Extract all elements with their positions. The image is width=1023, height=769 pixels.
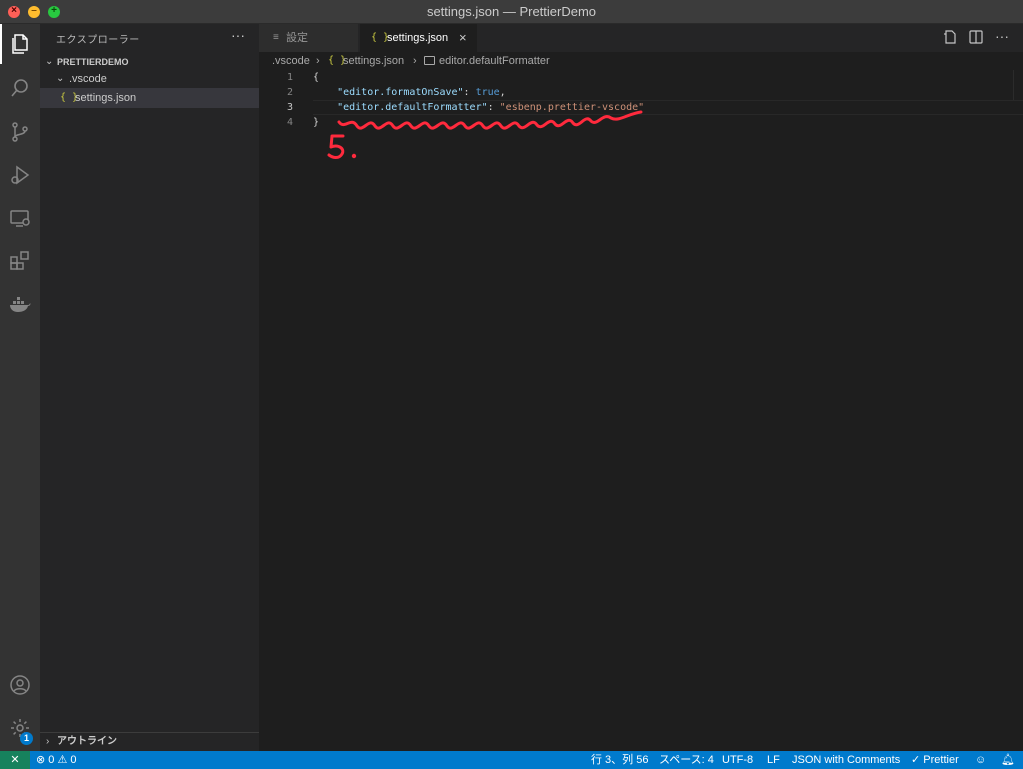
- breadcrumb-item-property[interactable]: editor.defaultFormatter: [439, 52, 550, 70]
- open-settings-ui-icon[interactable]: [943, 30, 957, 47]
- prettier-status[interactable]: ✓ Prettier: [911, 751, 959, 769]
- run-debug-button[interactable]: [0, 155, 40, 195]
- property-symbol-icon: [424, 56, 435, 65]
- checkmark-icon: ✓: [911, 754, 921, 766]
- run-debug-icon: [11, 165, 30, 185]
- minimap[interactable]: [1013, 70, 1023, 100]
- error-icon: ⊗: [36, 754, 46, 766]
- encoding-setting[interactable]: UTF-8: [722, 751, 753, 769]
- docker-icon: [10, 297, 31, 312]
- breadcrumb: .vscode › { } settings.json › editor.def…: [259, 52, 1023, 70]
- breadcrumb-separator-icon: ›: [316, 55, 320, 67]
- language-mode[interactable]: JSON with Comments: [792, 751, 900, 769]
- warning-count: 0: [70, 754, 77, 766]
- extensions-icon: [10, 251, 29, 270]
- tree-item-label: settings.json: [75, 92, 137, 104]
- remote-connection-icon: ✕: [10, 754, 20, 766]
- breadcrumb-item-settings-json[interactable]: settings.json: [343, 52, 404, 70]
- extensions-button[interactable]: [0, 241, 40, 281]
- feedback-icon[interactable]: ☺: [975, 751, 986, 769]
- title-bar: × – + settings.json — PrettierDemo: [0, 0, 1023, 24]
- code-editor[interactable]: 1{2 "editor.formatOnSave": true, 3 "edito…: [259, 70, 1023, 751]
- window-title: settings.json — PrettierDemo: [426, 4, 597, 19]
- indentation-setting[interactable]: スペース: 4: [659, 751, 714, 769]
- account-icon: [10, 675, 30, 695]
- chevron-down-icon: ⌄: [56, 73, 65, 84]
- chevron-right-icon: ›: [46, 736, 50, 747]
- handwritten-annotation: [327, 110, 643, 159]
- cursor-position[interactable]: 行 3、列 56: [591, 751, 648, 769]
- source-control-icon: [12, 122, 28, 142]
- docker-button[interactable]: [0, 284, 40, 324]
- tab-close-icon[interactable]: ×: [459, 24, 467, 52]
- tab-settings-json[interactable]: { } settings.json ×: [360, 24, 477, 52]
- settings-list-icon: ≡: [273, 32, 279, 43]
- tab-label: 設定: [286, 32, 308, 44]
- explorer-button[interactable]: [0, 24, 40, 64]
- search-icon: [11, 79, 28, 97]
- error-count: 0: [48, 754, 55, 766]
- editor-tab-bar: ≡ 設定 { } settings.json × ···: [259, 24, 1023, 52]
- more-actions-icon[interactable]: ···: [995, 28, 1009, 44]
- prettier-label: Prettier: [923, 754, 959, 766]
- sidebar-title: エクスプローラー: [56, 35, 140, 46]
- split-editor-icon[interactable]: [969, 30, 983, 47]
- manage-badge: 1: [20, 732, 33, 745]
- problems-indicator[interactable]: ⊗ 0 ⚠ 0: [36, 751, 77, 769]
- notifications-bell-icon[interactable]: 🔔︎: [1001, 751, 1015, 769]
- tab-label: settings.json: [387, 32, 449, 44]
- activity-bar: 1: [0, 24, 40, 751]
- search-button[interactable]: [0, 68, 40, 108]
- tree-item-vscode-folder[interactable]: ⌄ .vscode: [40, 69, 259, 89]
- explorer-icon: [12, 34, 28, 54]
- sidebar-more-actions-icon[interactable]: ···: [231, 27, 245, 43]
- tree-item-label: .vscode: [69, 73, 107, 85]
- remote-indicator-button[interactable]: ✕: [0, 751, 30, 769]
- breadcrumb-separator-icon: ›: [413, 55, 417, 67]
- outline-section-header[interactable]: › アウトライン: [40, 732, 259, 751]
- warning-icon: ⚠: [57, 754, 68, 766]
- breadcrumb-item-vscode[interactable]: .vscode: [272, 52, 310, 70]
- manage-button[interactable]: 1: [0, 708, 40, 748]
- remote-explorer-icon: [10, 210, 30, 227]
- eol-setting[interactable]: LF: [767, 751, 780, 769]
- outline-label: アウトライン: [57, 736, 117, 747]
- source-control-button[interactable]: [0, 112, 40, 152]
- explorer-sidebar: エクスプローラー ··· ⌄ PRETTIERDEMO ⌄ .vscode { …: [40, 24, 259, 751]
- account-button[interactable]: [0, 665, 40, 705]
- status-bar: ✕ ⊗ 0 ⚠ 0 行 3、列 56 スペース: 4 UTF-8 LF JSON…: [0, 751, 1023, 769]
- tab-settings-ui[interactable]: ≡ 設定: [259, 24, 359, 52]
- tree-item-settings-json[interactable]: { } settings.json: [40, 88, 259, 108]
- remote-explorer-button[interactable]: [0, 198, 40, 238]
